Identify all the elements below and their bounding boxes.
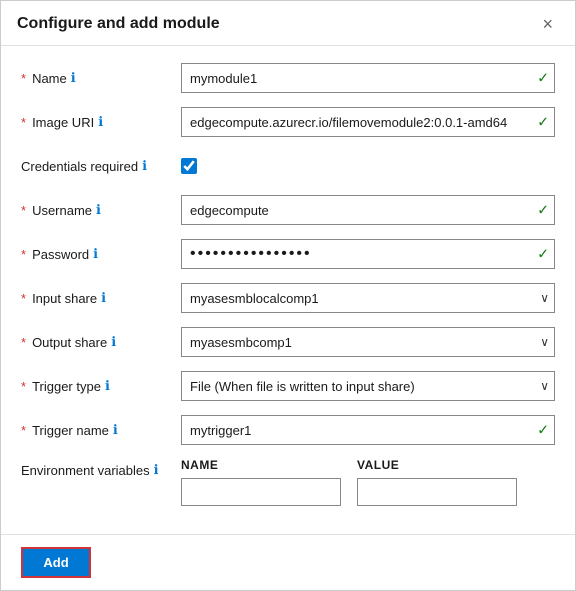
dialog-footer: Add — [1, 534, 575, 590]
output-share-control-wrap: myasesmbcomp1 ∨ — [181, 327, 555, 357]
credentials-control-wrap — [181, 158, 555, 174]
username-row: * Username ℹ ✓ — [21, 194, 555, 226]
add-button[interactable]: Add — [21, 547, 91, 578]
input-share-select-container: myasesmblocalcomp1 ∨ — [181, 283, 555, 313]
credentials-label: Credentials required ℹ — [21, 158, 181, 174]
dialog-body: * Name ℹ ✓ * Image URI ℹ ✓ — [1, 46, 575, 534]
trigger-type-control-wrap: File (When file is written to input shar… — [181, 371, 555, 401]
output-share-chevron-icon: ∨ — [540, 335, 549, 349]
input-share-select[interactable]: myasesmblocalcomp1 — [181, 283, 555, 313]
env-variables-info-icon[interactable]: ℹ — [154, 462, 159, 478]
password-input-wrap: ✓ — [181, 239, 555, 269]
username-info-icon[interactable]: ℹ — [96, 202, 101, 218]
input-share-label: * Input share ℹ — [21, 290, 181, 306]
password-row: * Password ℹ ✓ — [21, 238, 555, 270]
name-info-icon[interactable]: ℹ — [71, 70, 76, 86]
trigger-name-row: * Trigger name ℹ ✓ — [21, 414, 555, 446]
image-uri-label: * Image URI ℹ — [21, 114, 181, 130]
input-share-info-icon[interactable]: ℹ — [101, 290, 106, 306]
username-input-wrap: ✓ — [181, 195, 555, 225]
name-input-wrap: ✓ — [181, 63, 555, 93]
required-star-uri: * — [21, 115, 26, 130]
password-label: * Password ℹ — [21, 246, 181, 262]
output-share-select[interactable]: myasesmbcomp1 — [181, 327, 555, 357]
required-star-trigger-name: * — [21, 423, 26, 438]
env-variables-row: Environment variables ℹ NAME VALUE — [21, 458, 555, 506]
trigger-type-select[interactable]: File (When file is written to input shar… — [181, 371, 555, 401]
name-input[interactable] — [181, 63, 555, 93]
required-star: * — [21, 71, 26, 86]
name-valid-icon: ✓ — [537, 70, 549, 87]
name-row: * Name ℹ ✓ — [21, 62, 555, 94]
env-header-row: NAME VALUE — [181, 458, 555, 472]
required-star-pass: * — [21, 247, 26, 262]
output-share-label: * Output share ℹ — [21, 334, 181, 350]
credentials-row: Credentials required ℹ — [21, 150, 555, 182]
credentials-info-icon[interactable]: ℹ — [142, 158, 147, 174]
image-uri-valid-icon: ✓ — [537, 114, 549, 131]
username-input[interactable] — [181, 195, 555, 225]
image-uri-input[interactable] — [181, 107, 555, 137]
env-inputs-row — [181, 478, 555, 506]
username-input-container: ✓ — [181, 195, 555, 225]
required-star-input: * — [21, 291, 26, 306]
trigger-type-label: * Trigger type ℹ — [21, 378, 181, 394]
credentials-checkbox[interactable] — [181, 158, 197, 174]
dialog-title: Configure and add module — [17, 15, 220, 33]
env-value-header: VALUE — [357, 458, 517, 472]
required-star-user: * — [21, 203, 26, 218]
trigger-type-chevron-icon: ∨ — [540, 379, 549, 393]
input-share-row: * Input share ℹ myasesmblocalcomp1 ∨ — [21, 282, 555, 314]
input-share-control-wrap: myasesmblocalcomp1 ∨ — [181, 283, 555, 313]
name-input-container: ✓ — [181, 63, 555, 93]
output-share-select-container: myasesmbcomp1 ∨ — [181, 327, 555, 357]
username-valid-icon: ✓ — [537, 202, 549, 219]
username-label: * Username ℹ — [21, 202, 181, 218]
image-uri-input-wrap: ✓ — [181, 107, 555, 137]
output-share-info-icon[interactable]: ℹ — [111, 334, 116, 350]
image-uri-info-icon[interactable]: ℹ — [98, 114, 103, 130]
password-input[interactable] — [181, 239, 555, 269]
trigger-type-select-container: File (When file is written to input shar… — [181, 371, 555, 401]
name-label: * Name ℹ — [21, 70, 181, 86]
password-input-container: ✓ — [181, 239, 555, 269]
env-variables-section: NAME VALUE — [181, 458, 555, 506]
trigger-name-valid-icon: ✓ — [537, 422, 549, 439]
password-info-icon[interactable]: ℹ — [93, 246, 98, 262]
trigger-type-info-icon[interactable]: ℹ — [105, 378, 110, 394]
env-name-input[interactable] — [181, 478, 341, 506]
configure-module-dialog: Configure and add module × * Name ℹ ✓ * … — [0, 0, 576, 591]
trigger-name-input-wrap: ✓ — [181, 415, 555, 445]
dialog-header: Configure and add module × — [1, 1, 575, 46]
trigger-name-input-container: ✓ — [181, 415, 555, 445]
required-star-output: * — [21, 335, 26, 350]
env-value-input[interactable] — [357, 478, 517, 506]
image-uri-input-container: ✓ — [181, 107, 555, 137]
trigger-name-info-icon[interactable]: ℹ — [113, 422, 118, 438]
output-share-row: * Output share ℹ myasesmbcomp1 ∨ — [21, 326, 555, 358]
password-valid-icon: ✓ — [537, 246, 549, 263]
close-button[interactable]: × — [536, 13, 559, 35]
env-variables-label: Environment variables ℹ — [21, 458, 181, 478]
image-uri-row: * Image URI ℹ ✓ — [21, 106, 555, 138]
input-share-chevron-icon: ∨ — [540, 291, 549, 305]
env-name-header: NAME — [181, 458, 341, 472]
trigger-name-input[interactable] — [181, 415, 555, 445]
required-star-trigger-type: * — [21, 379, 26, 394]
trigger-type-row: * Trigger type ℹ File (When file is writ… — [21, 370, 555, 402]
trigger-name-label: * Trigger name ℹ — [21, 422, 181, 438]
